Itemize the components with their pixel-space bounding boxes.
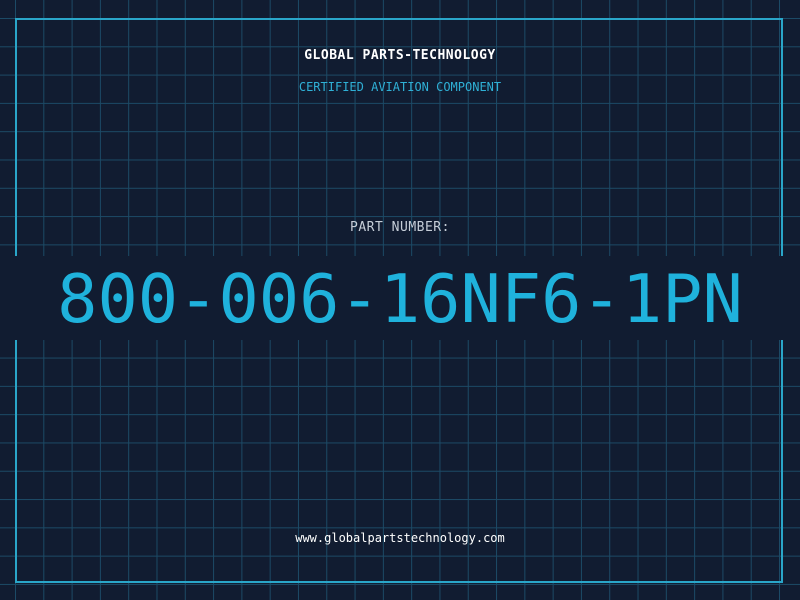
brand-title: GLOBAL PARTS-TECHNOLOGY [304, 48, 496, 63]
certification-subtitle: CERTIFIED AVIATION COMPONENT [298, 80, 502, 94]
part-number-label: PART NUMBER: [350, 220, 450, 235]
certificate-canvas: GLOBAL PARTS-TECHNOLOGY CERTIFIED AVIATI… [0, 0, 800, 600]
website-url: www.globalpartstechnology.com [295, 531, 505, 545]
part-number-value: 800-006-16NF6-1PN [57, 260, 743, 338]
